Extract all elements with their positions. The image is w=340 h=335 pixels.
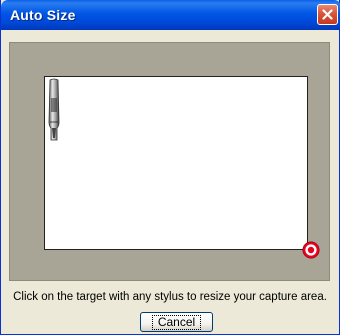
close-icon xyxy=(322,9,333,20)
instruction-text: Click on the target with any stylus to r… xyxy=(13,291,327,303)
capture-preview-panel xyxy=(9,42,330,281)
close-button[interactable] xyxy=(317,4,338,25)
window-title: Auto Size xyxy=(10,7,76,23)
title-bar[interactable]: Auto Size xyxy=(1,0,340,30)
stylus-icon xyxy=(48,78,60,141)
auto-size-dialog: Auto Size Click on the target with any s… xyxy=(0,0,340,335)
capture-area xyxy=(44,76,308,250)
target-icon[interactable] xyxy=(302,241,320,259)
cancel-button[interactable]: Cancel xyxy=(140,312,213,332)
cancel-button-label: Cancel xyxy=(151,314,202,330)
